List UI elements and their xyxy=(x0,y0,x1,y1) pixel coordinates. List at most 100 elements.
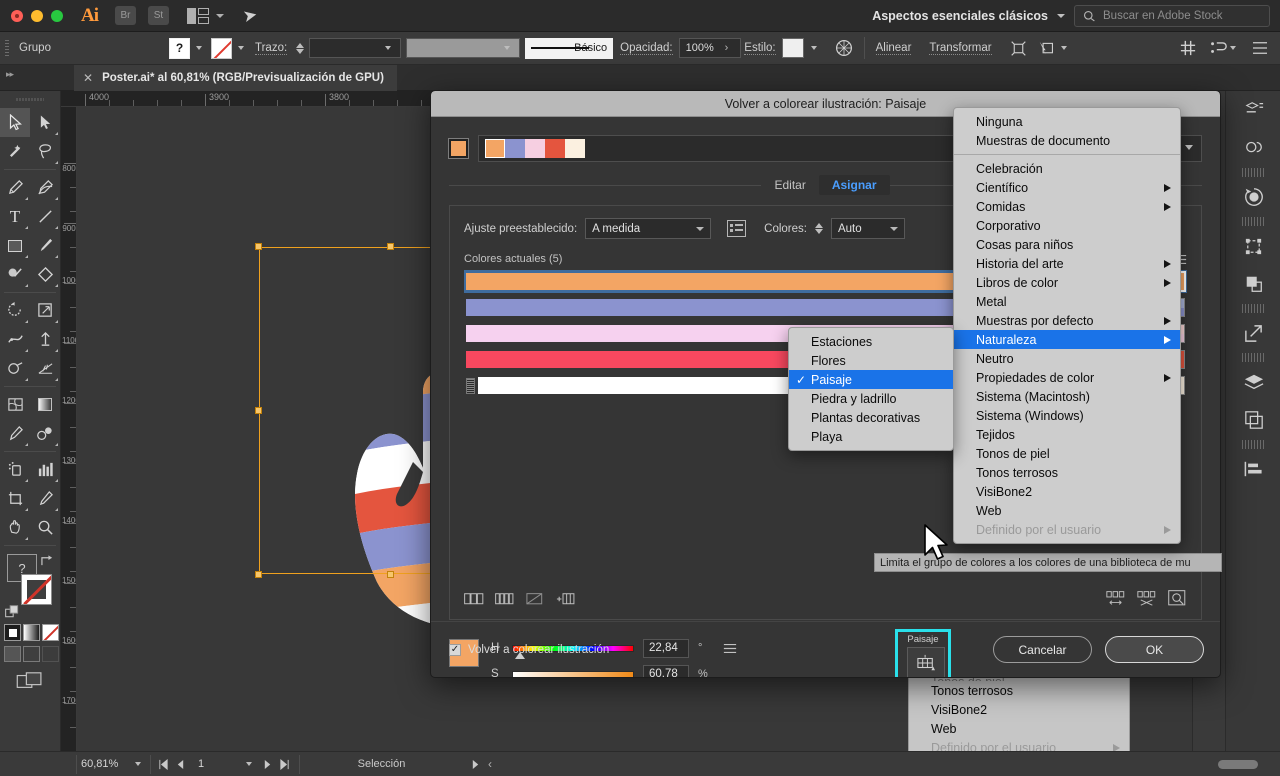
stroke-profile-chevron-down-icon[interactable] xyxy=(504,46,511,50)
selection-handle[interactable] xyxy=(387,571,394,578)
group-swatch[interactable] xyxy=(485,139,505,158)
isolate-selection-icon[interactable] xyxy=(1010,40,1027,57)
blend-tool[interactable] xyxy=(30,419,60,448)
tools-panel-grip[interactable] xyxy=(16,94,44,105)
slice-tool[interactable] xyxy=(30,484,60,513)
transform-button[interactable]: Transformar xyxy=(929,42,992,55)
menu-item-cientifico[interactable]: Científico xyxy=(954,178,1180,197)
rotate-tool[interactable] xyxy=(0,296,30,325)
artboard-chevron-down-icon[interactable] xyxy=(246,762,252,766)
symbol-sprayer-tool[interactable] xyxy=(0,455,30,484)
magic-wand-tool[interactable] xyxy=(0,137,30,166)
random-saturation-icon[interactable] xyxy=(1137,590,1157,607)
submenu-item-playa[interactable]: Playa xyxy=(789,427,953,446)
status-menu-icon[interactable]: ‹ xyxy=(488,757,492,771)
stock-icon[interactable]: St xyxy=(148,6,169,25)
stock-search-field[interactable]: Buscar en Adobe Stock xyxy=(1074,5,1270,27)
recolor-artwork-icon[interactable] xyxy=(1226,178,1280,216)
scale-tool[interactable] xyxy=(30,296,60,325)
saturation-slider-thumb[interactable] xyxy=(583,678,593,679)
type-tool[interactable]: T xyxy=(0,202,30,231)
nature-submenu[interactable]: Estaciones Flores ✓ Paisaje Piedra y lad… xyxy=(788,327,954,451)
previous-artboard-icon[interactable] xyxy=(176,759,185,770)
control-bar-grip[interactable] xyxy=(5,39,9,57)
recolor-checkbox-group[interactable]: ✓ Volver a colorear ilustración xyxy=(449,643,609,656)
close-document-icon[interactable]: ✕ xyxy=(83,71,93,85)
preset-select[interactable]: A medida xyxy=(585,218,712,239)
ok-button[interactable]: OK xyxy=(1105,636,1204,663)
opacity-expand-icon[interactable]: › xyxy=(725,42,729,54)
arrange-chevron-down-icon[interactable] xyxy=(216,13,224,18)
background-menu-item[interactable]: VisiBone2 xyxy=(909,700,1129,719)
shaper-tool[interactable] xyxy=(0,260,30,289)
stroke-weight-stepper[interactable] xyxy=(296,42,305,54)
stroke-color-box[interactable] xyxy=(21,574,52,605)
draw-behind-button[interactable] xyxy=(23,646,40,662)
mesh-tool[interactable] xyxy=(0,390,30,419)
menu-item-tonos-terrosos[interactable]: Tonos terrosos xyxy=(954,463,1180,482)
menu-item-historia-del-arte[interactable]: Historia del arte xyxy=(954,254,1180,273)
last-artboard-icon[interactable] xyxy=(279,758,290,770)
zoom-chevron-down-icon[interactable] xyxy=(135,762,141,766)
paintbrush-tool[interactable] xyxy=(30,231,60,260)
minimize-window-button[interactable] xyxy=(31,9,43,22)
menu-item-muestras-documento[interactable]: Muestras de documento xyxy=(954,131,1180,150)
rectangle-tool[interactable] xyxy=(0,231,30,260)
snap-icon[interactable] xyxy=(1210,40,1227,56)
zoom-level-field[interactable]: 60,81% xyxy=(77,755,135,773)
color-group-chevron-down-icon[interactable] xyxy=(1185,145,1193,150)
vertical-ruler[interactable]: 800 900 1000 1100 1200 1300 1400 1500 16… xyxy=(61,107,77,751)
swap-fill-stroke-icon[interactable] xyxy=(40,554,55,567)
menu-item-web[interactable]: Web xyxy=(954,501,1180,520)
status-next-icon[interactable] xyxy=(471,759,480,770)
menu-item-naturaleza[interactable]: Naturaleza xyxy=(954,330,1180,349)
shape-builder-tool[interactable] xyxy=(0,354,30,383)
lasso-tool[interactable] xyxy=(30,137,60,166)
selection-handle[interactable] xyxy=(387,243,394,250)
pathfinder-panel-icon[interactable] xyxy=(1226,265,1280,303)
line-segment-tool[interactable] xyxy=(30,202,60,231)
group-swatch[interactable] xyxy=(525,139,545,158)
group-swatch[interactable] xyxy=(565,139,585,158)
none-button[interactable] xyxy=(42,624,59,641)
snap-chevron-down-icon[interactable] xyxy=(1230,46,1236,50)
menu-item-sistema-windows[interactable]: Sistema (Windows) xyxy=(954,406,1180,425)
recolor-checkbox[interactable]: ✓ xyxy=(449,643,461,656)
menu-item-ninguna[interactable]: Ninguna xyxy=(954,112,1180,131)
direct-selection-tool[interactable] xyxy=(30,108,60,137)
cancel-button[interactable]: Cancelar xyxy=(993,636,1092,663)
menu-item-propiedades-de-color[interactable]: Propiedades de color xyxy=(954,368,1180,387)
group-swatch[interactable] xyxy=(545,139,565,158)
menu-item-sistema-macintosh[interactable]: Sistema (Macintosh) xyxy=(954,387,1180,406)
menu-item-metal[interactable]: Metal xyxy=(954,292,1180,311)
curvature-tool[interactable] xyxy=(30,173,60,202)
draw-inside-button[interactable] xyxy=(42,646,59,662)
selection-handle[interactable] xyxy=(255,243,262,250)
artboard-tool[interactable] xyxy=(0,484,30,513)
first-artboard-icon[interactable] xyxy=(158,758,169,770)
align-icon[interactable] xyxy=(1226,450,1280,488)
menu-item-libros-de-color[interactable]: Libros de color xyxy=(954,273,1180,292)
submenu-item-piedra-y-ladrillo[interactable]: Piedra y ladrillo xyxy=(789,389,953,408)
stroke-chevron-down-icon[interactable] xyxy=(238,46,244,50)
style-chevron-down-icon[interactable] xyxy=(810,46,817,50)
opacity-value[interactable]: 100% xyxy=(678,38,741,58)
opacity-mask-icon[interactable] xyxy=(835,39,853,57)
select-similar-chevron-down-icon[interactable] xyxy=(1060,46,1067,50)
menu-item-tonos-de-piel[interactable]: Tonos de piel xyxy=(954,444,1180,463)
exclude-color-icon[interactable] xyxy=(526,592,545,605)
menu-item-comidas[interactable]: Comidas xyxy=(954,197,1180,216)
export-panel-icon[interactable] xyxy=(1226,314,1280,352)
gradient-tool[interactable] xyxy=(30,390,60,419)
stroke-swatch-none[interactable] xyxy=(211,37,232,59)
workspace-chevron-down-icon[interactable] xyxy=(1057,14,1065,18)
tab-editar[interactable]: Editar xyxy=(761,175,818,195)
cc-libraries-icon[interactable] xyxy=(1226,129,1280,167)
gradient-button[interactable] xyxy=(23,624,40,641)
active-color-swatch[interactable] xyxy=(448,138,469,159)
transform-panel-icon[interactable] xyxy=(1226,227,1280,265)
menu-item-celebracion[interactable]: Celebración xyxy=(954,159,1180,178)
tab-asignar[interactable]: Asignar xyxy=(818,175,890,195)
add-color-row-icon[interactable] xyxy=(556,592,576,605)
panel-menu-icon[interactable] xyxy=(1252,41,1268,55)
